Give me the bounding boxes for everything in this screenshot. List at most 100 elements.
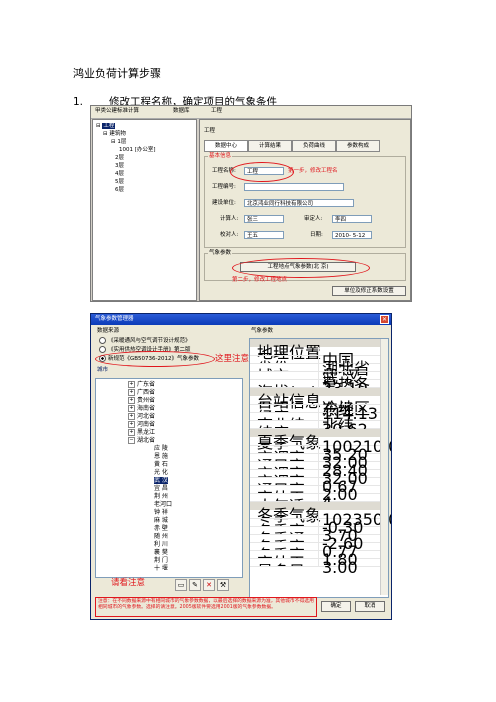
grid-scrollbar[interactable] — [380, 339, 388, 595]
grid-key: 省份 — [257, 355, 319, 363]
city-item[interactable]: 赤 壁 — [154, 525, 168, 532]
warning-box: 注意：在不同数据来源中有相同城市的气象参数数据，以最后选择的数据来源为准，其他城… — [95, 597, 317, 617]
province-item[interactable]: + 河北省 — [128, 413, 155, 420]
screenshot-project-settings: 甲类公建标准计算 数据库 工程 ⊟ 工程 ⊟ 建筑物 ⊟ 1层 1001 [办公… — [90, 105, 412, 302]
city-item[interactable]: 光 化 — [154, 469, 168, 476]
tab-load-curve[interactable]: 负荷曲线 — [292, 140, 336, 152]
unit-settings-button[interactable]: 单位及修正系数设置 — [332, 286, 406, 296]
city-item[interactable]: 利 川 — [154, 541, 168, 548]
city-item[interactable]: 麻 城 — [154, 517, 168, 524]
basic-info-label: 基本信息 — [208, 153, 233, 160]
grid-key: 冬季室外供暖计算干球 — [257, 518, 319, 526]
weather-label: 气象参数 — [251, 328, 274, 334]
expand-icon: + — [128, 421, 135, 428]
source-option-1[interactable]: 《采暖通风与空气调节设计规范》 — [99, 337, 191, 345]
tab-results[interactable]: 计算结果 — [248, 140, 292, 152]
label-builder: 建设单位: — [212, 200, 236, 206]
grid-row: 海拔(m)23.10 — [250, 379, 380, 398]
label-calculator: 计算人: — [220, 216, 239, 222]
tree-item-floor2[interactable]: 2层 — [115, 155, 124, 162]
expand-icon: + — [128, 389, 135, 396]
grid-key: 最多风向平均风速(m/s) — [257, 558, 319, 566]
folder-icon[interactable]: ▭ — [175, 579, 187, 591]
grid-key: 南北纬 — [257, 412, 319, 420]
city-item[interactable]: 老河口 — [154, 501, 172, 508]
tools-icon[interactable]: ⚒ — [217, 579, 229, 591]
city-item[interactable]: 随 州 — [154, 533, 168, 540]
expand-icon: + — [128, 397, 135, 404]
grid-key: 通风室外干球温度(℃) — [257, 453, 319, 461]
label-reviewer: 审定人: — [304, 216, 323, 222]
province-item[interactable]: + 贵州省 — [128, 397, 155, 404]
close-icon[interactable]: ✕ — [380, 315, 389, 324]
grid-value[interactable]: 3.00 — [322, 558, 358, 577]
province-label: 河南省 — [137, 421, 156, 428]
highlight-project-name — [230, 162, 294, 182]
weather-grid: 地理位置 国家中国 省份湖北省 城市武 汉 夏热冬冷地区 海拔(m)23.10 … — [249, 338, 391, 598]
note-step2: 第二步，修改工程地点 — [232, 277, 288, 283]
province-label: 海南省 — [137, 405, 156, 412]
tree-item-floor1[interactable]: ⊟ 1层 — [111, 139, 126, 146]
province-item[interactable]: + 黑龙江 — [128, 429, 155, 436]
grid-key: 东西经 — [257, 396, 319, 404]
title-bar: 气象参数管理器 ✕ — [91, 314, 391, 325]
project-panel: 工程 数据中心 计算结果 负荷曲线 参数构成 基本信息 工程名称: 工程 工程编… — [199, 119, 411, 301]
proofreader-field[interactable]: 王五 — [244, 231, 284, 239]
ok-button[interactable]: 确定 — [321, 601, 351, 612]
radio-icon — [99, 346, 106, 353]
city-item[interactable]: 恩 施 — [154, 453, 168, 460]
city-label: 城市 — [97, 367, 109, 373]
grid-key: 纬度 — [257, 420, 319, 428]
city-item[interactable]: 应 陵 — [154, 445, 168, 452]
toolbar-item-calc[interactable]: 甲类公建标准计算 — [95, 108, 139, 115]
city-item[interactable]: 钟 祥 — [154, 509, 168, 516]
edit-icon[interactable]: ✎ — [189, 579, 201, 591]
tree-item-building[interactable]: ⊟ 建筑物 — [103, 131, 126, 138]
tree-item-root[interactable]: ⊟ 工程 — [96, 123, 116, 130]
grid-key: 海拔(m) — [257, 379, 319, 387]
province-item[interactable]: + 广西省 — [128, 389, 155, 396]
cancel-button[interactable]: 取消 — [355, 601, 385, 612]
city-item[interactable]: 黄 石 — [154, 461, 168, 468]
toolbar: 甲类公建标准计算 数据库 工程 — [91, 106, 411, 119]
province-item[interactable]: + 海南省 — [128, 405, 155, 412]
province-item[interactable]: + 广东省 — [128, 381, 155, 388]
collapse-icon: − — [128, 437, 135, 444]
tree-item-floor4[interactable]: 4层 — [115, 171, 124, 178]
province-item[interactable]: + 河南省 — [128, 421, 155, 428]
calculator-field[interactable]: 张三 — [244, 215, 284, 223]
grid-key: 冬季大气压(Pa) — [257, 510, 319, 518]
grid-key: 空调室外日平均温度(℃) — [257, 469, 319, 477]
grid-key: 通风室外相对湿度(%) — [257, 477, 319, 485]
grid-row: 大气透明度等级4 — [250, 493, 380, 512]
city-item[interactable]: 荆 门 — [154, 557, 168, 564]
city-item[interactable]: 十 堰 — [154, 565, 168, 572]
reviewer-field[interactable]: 李四 — [332, 215, 372, 223]
tree-item-room[interactable]: 1001 [办公室] — [119, 147, 156, 154]
builder-field[interactable]: 北京鸿业同行科技有限公司 — [244, 199, 354, 207]
toolbar-item-project[interactable]: 工程 — [211, 108, 222, 115]
note-step1: 第一步，修改工程名 — [288, 168, 338, 174]
toolbar-item-db[interactable]: 数据库 — [173, 108, 190, 115]
grid-key: 夏季大气压(Pa) — [257, 437, 319, 445]
section-summer: 夏季气象 — [250, 429, 380, 452]
project-tree: ⊟ 工程 ⊟ 建筑物 ⊟ 1层 1001 [办公室] 2层 3层 4层 5层 6… — [92, 119, 197, 301]
section-winter: 冬季气象 — [250, 502, 380, 525]
expand-icon: + — [128, 381, 135, 388]
tab-data-center[interactable]: 数据中心 — [204, 140, 248, 152]
tab-param[interactable]: 参数构成 — [336, 140, 380, 152]
city-item[interactable]: 宜 昌 — [154, 485, 168, 492]
expand-icon: + — [128, 405, 135, 412]
province-item[interactable]: − 湖北省 — [128, 437, 155, 444]
expand-icon: + — [128, 429, 135, 436]
city-item-selected[interactable]: 武 汉 — [154, 477, 168, 484]
tree-item-floor5[interactable]: 5层 — [115, 179, 124, 186]
tree-item-floor3[interactable]: 3层 — [115, 163, 124, 170]
delete-icon[interactable]: ✕ — [203, 579, 215, 591]
date-field[interactable]: 2010- 5-12 — [332, 231, 372, 239]
tree-item-floor6[interactable]: 6层 — [115, 187, 124, 194]
city-item[interactable]: 荆 州 — [154, 493, 168, 500]
project-no-field[interactable] — [244, 183, 344, 191]
city-item[interactable]: 襄 樊 — [154, 549, 168, 556]
province-label: 湖北省 — [137, 437, 156, 444]
